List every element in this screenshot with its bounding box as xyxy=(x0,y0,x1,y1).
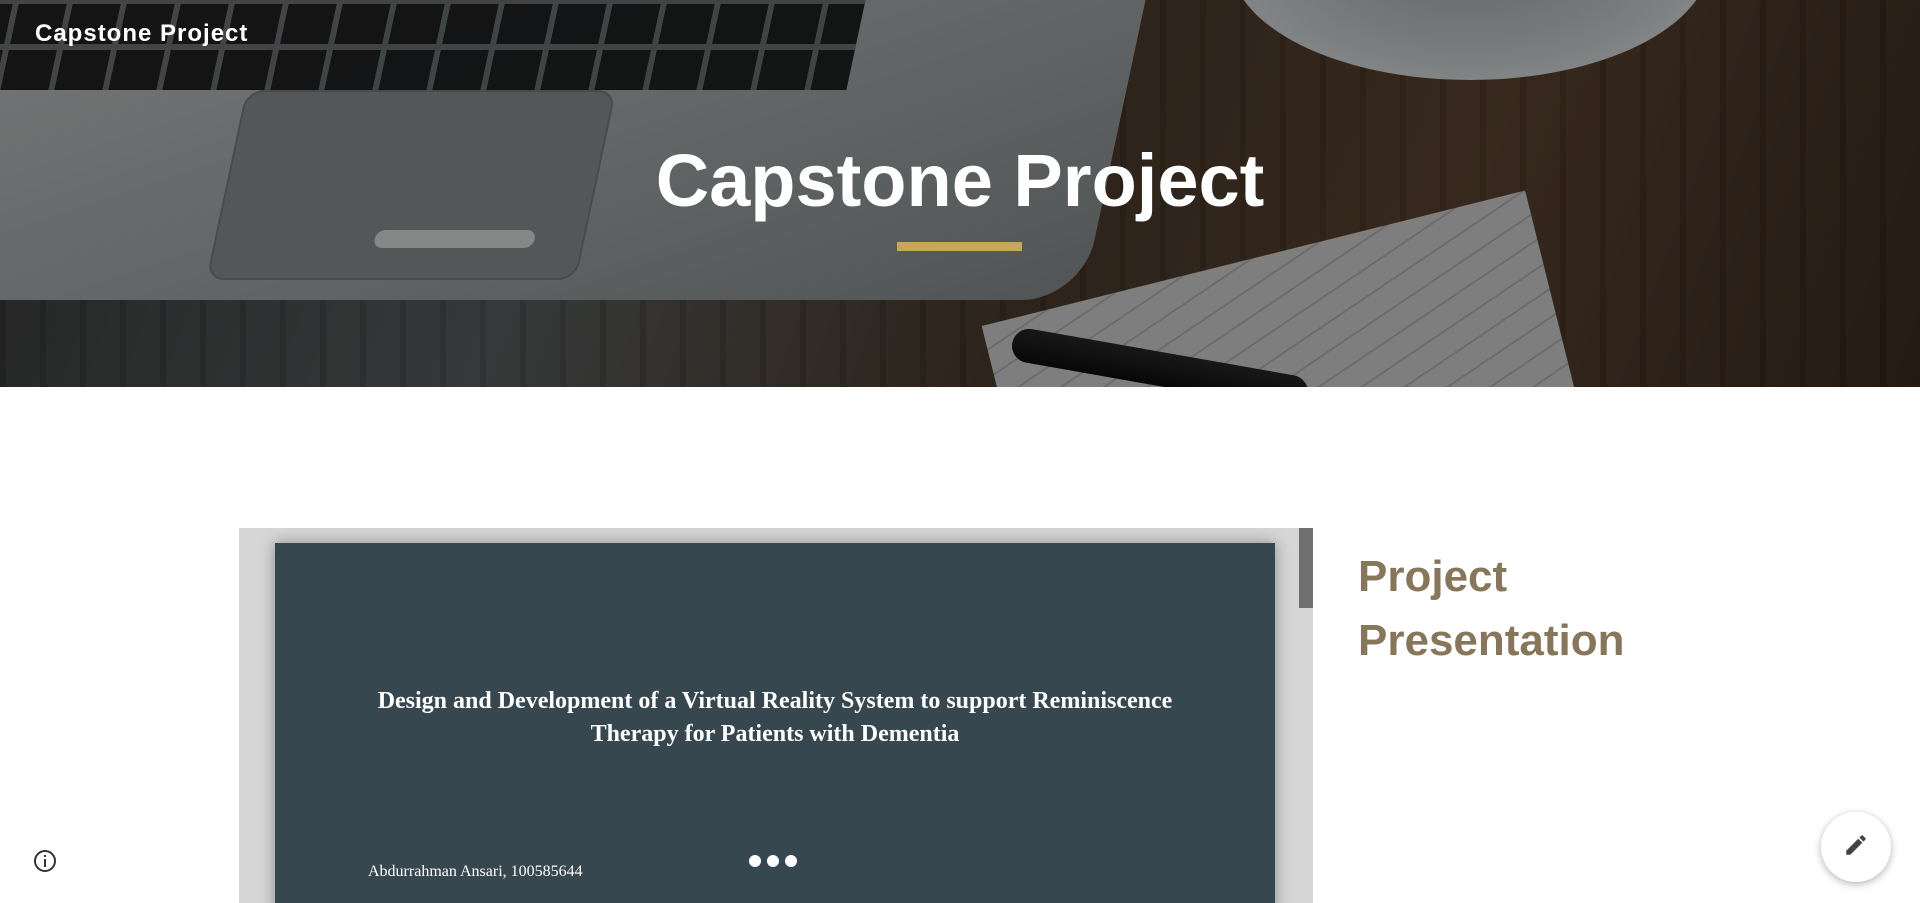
info-icon[interactable] xyxy=(31,847,59,875)
section-heading: Project Presentation xyxy=(1358,552,1625,665)
site-name-link[interactable]: Capstone Project xyxy=(35,20,248,48)
dot-3 xyxy=(785,855,797,867)
title-accent-bar xyxy=(897,242,1022,251)
more-dots-icon xyxy=(749,855,797,867)
page-title: Capstone Project xyxy=(655,139,1265,222)
dot-1 xyxy=(749,855,761,867)
presentation-embed[interactable]: Design and Development of a Virtual Real… xyxy=(239,528,1313,903)
hero-banner: Capstone Project Capstone Project xyxy=(0,0,1920,387)
slide-title: Design and Development of a Virtual Real… xyxy=(377,688,1173,747)
pencil-icon xyxy=(1843,832,1869,863)
edit-button[interactable] xyxy=(1821,812,1891,882)
embed-scrollbar[interactable] xyxy=(1299,528,1313,608)
dot-2 xyxy=(767,855,779,867)
presentation-slide[interactable]: Design and Development of a Virtual Real… xyxy=(275,543,1275,903)
slide-author: Abdurrahman Ansari, 100585644 xyxy=(368,863,583,880)
